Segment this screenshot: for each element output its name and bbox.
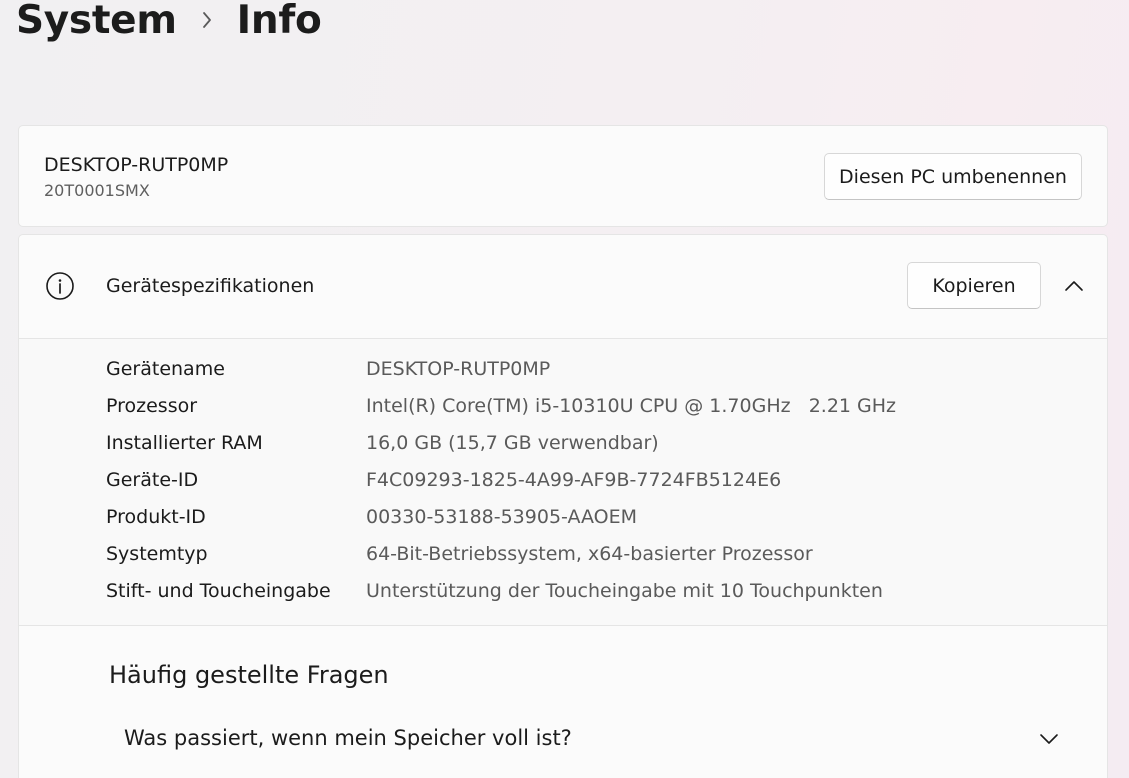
spec-label: Prozessor <box>106 395 198 417</box>
copy-button[interactable]: Kopieren <box>907 262 1041 309</box>
spec-label: Produkt-ID <box>106 506 206 528</box>
chevron-right-icon <box>177 0 237 46</box>
device-specs-title: Gerätespezifikationen <box>106 275 315 297</box>
chevron-down-icon[interactable] <box>1037 729 1061 749</box>
device-specs-card: Gerätespezifikationen Kopieren Gerätenam… <box>18 234 1108 778</box>
page-title: Info <box>236 0 322 43</box>
spec-row-device-name: Gerätename DESKTOP-RUTP0MP <box>19 351 1107 388</box>
device-specs-header[interactable]: Gerätespezifikationen Kopieren <box>19 235 1107 339</box>
spec-label: Systemtyp <box>106 543 208 565</box>
spec-label: Installierter RAM <box>106 432 263 454</box>
breadcrumb-item-system[interactable]: System <box>16 0 177 43</box>
spec-row-pen-touch: Stift- und Toucheingabe Unterstützung de… <box>19 573 1107 610</box>
pc-name: DESKTOP-RUTP0MP <box>44 154 229 176</box>
spec-value: 00330-53188-53905-AAOEM <box>366 506 638 528</box>
faq-item[interactable]: Was passiert, wenn mein Speicher voll is… <box>19 714 1107 764</box>
spec-value: Unterstützung der Toucheingabe mit 10 To… <box>366 580 883 602</box>
spec-label: Geräte-ID <box>106 469 199 491</box>
chevron-up-icon[interactable] <box>1057 271 1091 301</box>
spec-value: DESKTOP-RUTP0MP <box>366 358 551 380</box>
pc-name-card: DESKTOP-RUTP0MP 20T0001SMX Diesen PC umb… <box>18 125 1108 227</box>
spec-row-ram: Installierter RAM 16,0 GB (15,7 GB verwe… <box>19 425 1107 462</box>
spec-row-system-type: Systemtyp 64-Bit-Betriebssystem, x64-bas… <box>19 536 1107 573</box>
pc-model: 20T0001SMX <box>44 181 150 200</box>
spec-row-processor: Prozessor Intel(R) Core(TM) i5-10310U CP… <box>19 388 1107 425</box>
spec-row-device-id: Geräte-ID F4C09293-1825-4A99-AF9B-7724FB… <box>19 462 1107 499</box>
info-icon <box>45 271 75 301</box>
breadcrumb: System Info <box>16 0 322 46</box>
spec-value: 16,0 GB (15,7 GB verwendbar) <box>366 432 659 454</box>
faq-section: Häufig gestellte Fragen Was passiert, we… <box>19 625 1107 778</box>
faq-title: Häufig gestellte Fragen <box>109 661 389 689</box>
device-specs-list: Gerätename DESKTOP-RUTP0MP Prozessor Int… <box>19 339 1107 625</box>
faq-question: Was passiert, wenn mein Speicher voll is… <box>124 726 572 750</box>
spec-value: F4C09293-1825-4A99-AF9B-7724FB5124E6 <box>366 469 782 491</box>
spec-label: Stift- und Toucheingabe <box>106 580 331 602</box>
spec-value: Intel(R) Core(TM) i5-10310U CPU @ 1.70GH… <box>366 395 897 417</box>
spec-row-product-id: Produkt-ID 00330-53188-53905-AAOEM <box>19 499 1107 536</box>
spec-value: 64-Bit-Betriebssystem, x64-basierter Pro… <box>366 543 813 565</box>
rename-pc-button[interactable]: Diesen PC umbenennen <box>824 153 1082 200</box>
spec-label: Gerätename <box>106 358 225 380</box>
